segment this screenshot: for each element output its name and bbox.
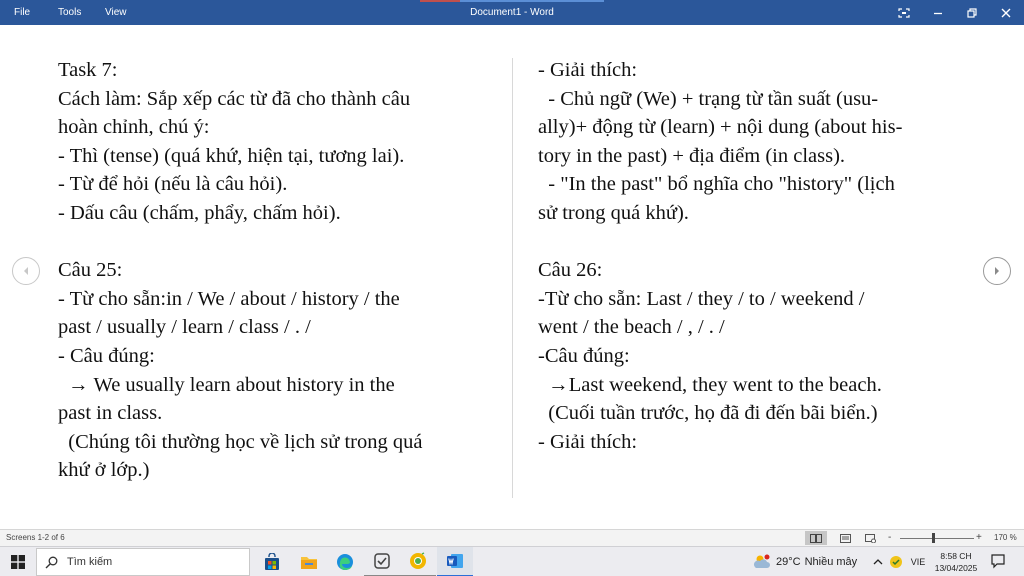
text-line: -Từ cho sẵn: Last / they / to / weekend … [538,287,865,310]
clock-time: 8:58 CH [940,551,972,561]
menu-view[interactable]: View [99,0,133,25]
text-line: past / usually / learn / class / . / [58,316,311,339]
read-mode-icon [810,533,822,543]
menu-tools[interactable]: Tools [52,0,87,25]
text-line: - Câu đúng: [58,344,155,367]
text-line: tory in the past) + địa điểm (in class). [538,144,846,167]
text-line: → We usually learn about history in the [58,373,395,396]
clock-date: 13/04/2025 [934,563,978,573]
window-title: Document1 - Word [470,7,554,18]
zoom-slider[interactable] [900,538,974,539]
text-line: - Giải thích: [538,59,638,81]
focus-mode-button[interactable] [888,0,920,25]
chevron-right-icon [995,267,999,275]
chevron-up-icon [873,559,883,565]
taskbar-clock[interactable]: 8:58 CH 13/04/2025 [930,550,982,574]
text-line: (Cuối tuần trước, họ đã đi đến bãi biển.… [538,402,878,425]
menu-file[interactable]: File [8,0,36,25]
store-icon [265,553,279,570]
read-mode-button[interactable] [805,531,827,545]
text-line: Task 7: [58,59,118,81]
zoom-out-button[interactable]: - [888,530,891,546]
text-line: - "In the past" bổ nghĩa cho "history" (… [538,173,895,196]
focus-mode-icon [898,7,910,18]
restore-icon [967,7,977,18]
taskbar: Tìm kiếm 29°C Nhiều mây VIE 8:58 CH 13/0… [0,546,1024,576]
text-line: -Câu đúng: [538,344,630,367]
document-page: Task 7: Cách làm: Sắp xếp các từ đã cho t… [0,25,1024,529]
notification-icon [991,554,1005,569]
text-line: went / the beach / , / . / [538,316,725,339]
text-line: - Thì (tense) (quá khứ, hiện tại, tương … [58,144,405,167]
zoom-in-button[interactable]: + [976,530,982,546]
weather-description: Nhiều mây [804,556,858,568]
text-line: - Chủ ngữ (We) + trạng từ tần suất (usu- [538,87,879,110]
close-button[interactable] [990,0,1022,25]
text-line: past in class. [58,402,163,425]
text-line: - Giải thích: [538,430,638,453]
text-line [58,228,422,257]
taskbar-snipping-tool[interactable] [364,547,400,576]
text-line: khứ ở lớp.) [58,459,150,482]
title-bar: File Tools View Document1 - Word [0,0,1024,25]
zoom-level[interactable]: 170 % [994,530,1017,546]
column-divider [512,58,513,498]
title-accent-secondary [460,0,604,2]
chevron-left-icon [24,267,28,275]
text-line: Câu 26: [538,259,603,282]
windows-logo-icon [11,555,25,569]
status-bar: Screens 1-2 of 6 - + 170 % [0,529,1024,546]
text-line: - Từ cho sẵn:in / We / about / history /… [58,287,400,310]
zoom-slider-thumb[interactable] [931,533,935,543]
text-line: hoàn chỉnh, chú ý: [58,116,210,139]
close-icon [1001,8,1011,17]
text-line: ally)+ động từ (learn) + nội dung (about… [538,116,903,139]
right-column: - Giải thích: - Chủ ngữ (We) + trạng từ … [538,56,902,456]
web-layout-button[interactable] [859,531,881,545]
tray-app-icon [890,556,902,568]
text-line: (Chúng tôi thường học về lịch sử trong q… [58,430,423,453]
restore-button[interactable] [956,0,988,25]
taskbar-word[interactable] [437,547,473,576]
notification-center-button[interactable] [990,553,1006,574]
chrome-canary-icon [410,552,426,569]
edge-icon [337,554,353,570]
text-line: sử trong quá khứ). [538,201,689,224]
weather-temperature: 29°C [776,556,801,568]
snipping-tool-icon [374,553,390,569]
text-line: Câu 25: [58,259,123,282]
start-button[interactable] [6,547,30,576]
text-line: Cách làm: Sắp xếp các từ đã cho thành câ… [58,87,411,110]
weather-widget[interactable]: 29°C Nhiều mây [752,547,857,576]
show-hidden-icons-button[interactable] [870,547,886,576]
taskbar-file-explorer[interactable] [291,547,327,576]
taskbar-store[interactable] [254,547,290,576]
left-column: Task 7: Cách làm: Sắp xếp các từ đã cho t… [58,56,422,485]
text-line: - Từ để hỏi (nếu là câu hỏi). [58,173,288,196]
text-line: - Dấu câu (chấm, phẩy, chấm hỏi). [58,201,341,224]
word-icon [447,554,463,568]
taskbar-search[interactable]: Tìm kiếm [36,548,250,576]
web-layout-icon [864,533,876,543]
file-explorer-icon [301,557,317,569]
next-screen-button[interactable] [983,257,1011,285]
search-icon [45,556,58,569]
print-layout-icon [839,533,851,543]
search-placeholder: Tìm kiếm [67,556,113,568]
tray-app-button[interactable] [887,547,905,576]
screen-count: Screens 1-2 of 6 [6,533,65,542]
minimize-icon [934,12,942,14]
cloudy-weather-icon [753,554,770,568]
previous-screen-button[interactable] [12,257,40,285]
taskbar-edge[interactable] [327,547,363,576]
text-line: →Last weekend, they went to the beach. [538,373,882,396]
text-line [538,228,902,257]
taskbar-chrome-canary[interactable] [400,547,436,576]
print-layout-button[interactable] [834,531,856,545]
language-indicator[interactable]: VIE [906,547,930,576]
minimize-button[interactable] [922,0,954,25]
